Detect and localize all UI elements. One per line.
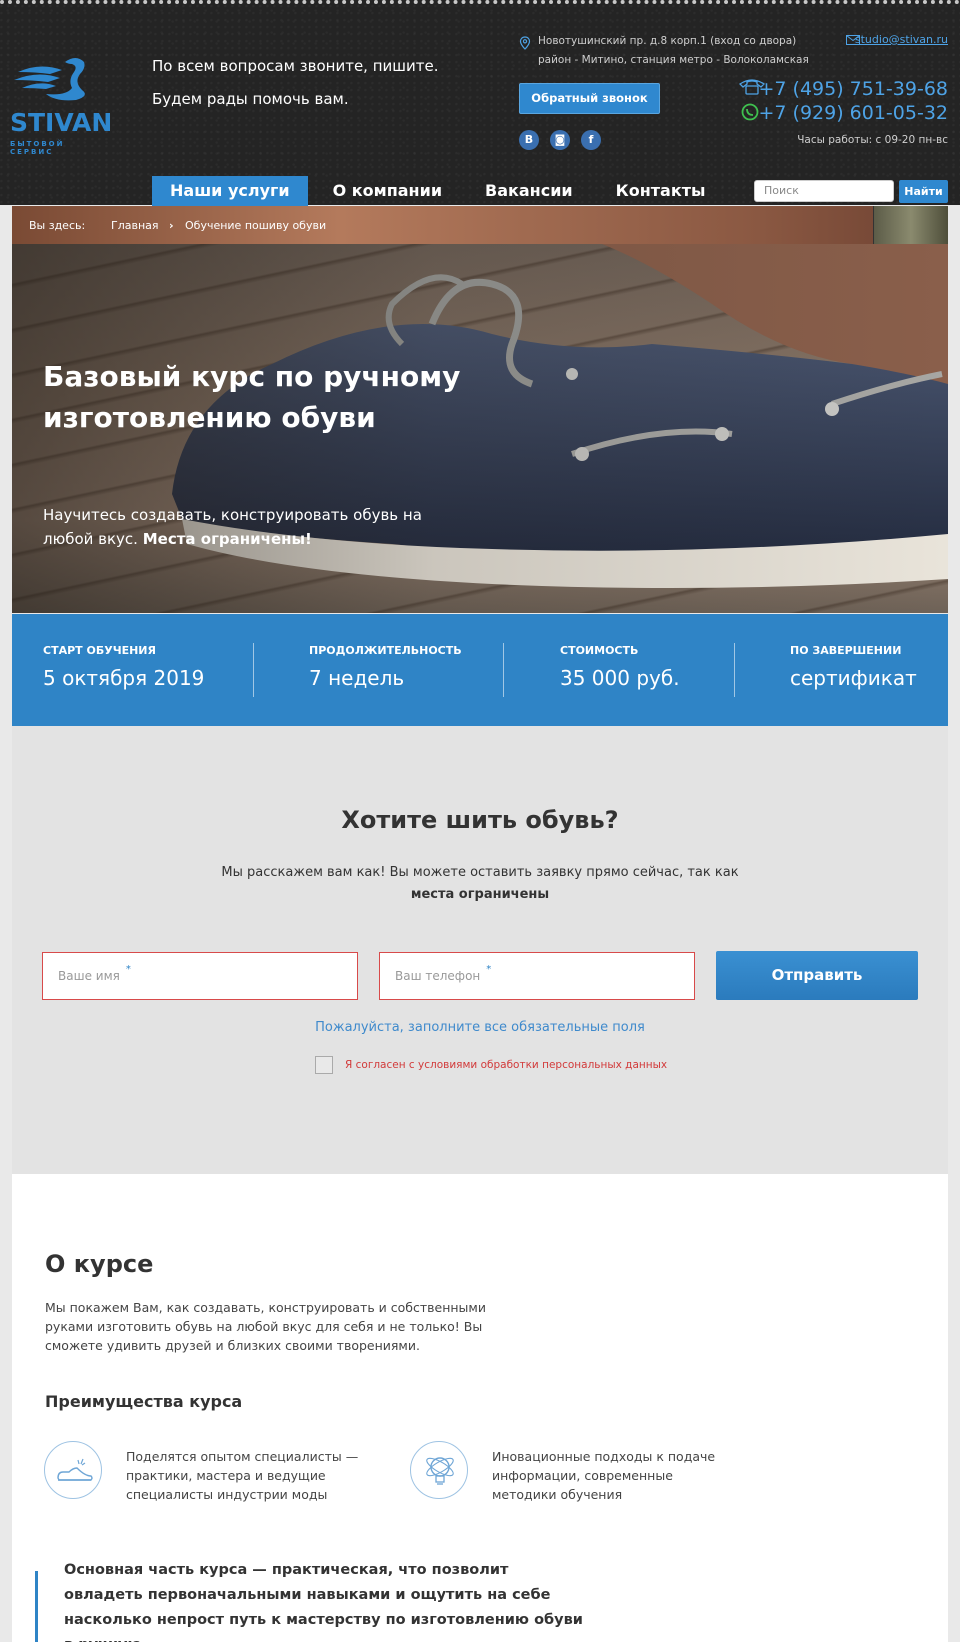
nav-item-contacts[interactable]: Контакты (598, 176, 724, 206)
address-line-2: район - Митино, станция метро - Волокола… (538, 54, 809, 66)
location-pin-icon (519, 36, 531, 50)
stat-divider (253, 643, 254, 697)
about-course-section: О курсе Мы покажем Вам, как создавать, к… (12, 1174, 948, 1642)
breadcrumb: Вы здесь: Главная › Обучение пошиву обув… (12, 206, 948, 244)
logo-subtitle: БЫТОВОЙ СЕРВИС (10, 140, 65, 156)
main-nav: Наши услуги О компании Вакансии Контакты (152, 176, 730, 206)
breadcrumb-home-link[interactable]: Главная (111, 219, 159, 232)
about-text: Мы покажем Вам, как создавать, конструир… (45, 1300, 486, 1353)
stat-duration: ПРОДОЛЖИТЕЛЬНОСТЬ 7 недель (309, 644, 462, 690)
stat-label: СТАРТ ОБУЧЕНИЯ (43, 644, 156, 657)
stat-label: ПРОДОЛЖИТЕЛЬНОСТЬ (309, 644, 462, 657)
signup-form-section: Хотите шить обувь? Мы расскажем вам как!… (12, 726, 948, 1174)
phone-input[interactable]: Ваш телефон * (379, 952, 695, 1000)
advantage-text: Иновационные подходы к подаче информации… (492, 1449, 716, 1502)
consent-row: Я согласен с условиями обработки персона… (315, 1056, 667, 1074)
phone-2[interactable]: +7 (929) 601-05-32 (758, 101, 948, 125)
consent-checkbox[interactable] (315, 1056, 333, 1074)
whatsapp-icon (741, 103, 759, 121)
form-description-text: Мы расскажем вам как! Вы можете оставить… (221, 865, 739, 880)
hero-banner: Базовый курс по ручному изготовлению обу… (12, 244, 948, 613)
breadcrumb-decor-image (873, 206, 948, 244)
nav-item-vacancies[interactable]: Вакансии (467, 176, 591, 206)
breadcrumb-current: Обучение пошиву обуви (185, 219, 327, 232)
breadcrumb-prefix: Вы здесь: (29, 219, 86, 232)
stat-label: ПО ЗАВЕРШЕНИИ (790, 644, 902, 657)
email-link[interactable]: studio@stivan.ru (855, 33, 948, 46)
address-block: Новотушинский пр. д.8 корп.1 (вход со дв… (519, 32, 820, 70)
validation-message: Пожалуйста, заполните все обязательные п… (315, 1020, 645, 1035)
breadcrumb-separator: › (169, 219, 174, 232)
hero-title: Базовый курс по ручному изготовлению обу… (43, 360, 461, 434)
callback-button[interactable]: Обратный звонок (519, 83, 660, 114)
name-input[interactable]: Ваше имя * (42, 952, 358, 1000)
nav-item-about[interactable]: О компании (315, 176, 460, 206)
logo-swan-icon (14, 58, 85, 101)
about-title: О курсе (45, 1250, 154, 1278)
submit-button[interactable]: Отправить (716, 951, 918, 1000)
form-description-bold: места ограничены (410, 887, 550, 902)
social-links: В ◙ f (519, 130, 601, 150)
stat-divider (503, 643, 504, 697)
shoe-icon (44, 1441, 102, 1499)
tagline-line-1: По всем вопросам звоните, пишите. (152, 57, 439, 75)
logo-text: STIVAN (10, 108, 113, 137)
stat-start: СТАРТ ОБУЧЕНИЯ 5 октября 2019 (43, 644, 204, 690)
stat-divider (734, 643, 735, 697)
stat-value: 35 000 руб. (560, 666, 680, 690)
required-mark: * (125, 964, 131, 975)
stat-value: сертификат (790, 666, 917, 690)
phone-1[interactable]: +7 (495) 751-39-68 (758, 77, 948, 101)
vk-icon[interactable]: В (519, 130, 539, 150)
course-quote: Основная часть курса — практическая, что… (64, 1562, 583, 1642)
advantage-text: Поделятся опытом специалисты — практики,… (126, 1449, 359, 1502)
instagram-icon[interactable]: ◙ (550, 130, 570, 150)
stat-label: СТОИМОСТЬ (560, 644, 639, 657)
tagline-line-2: Будем рады помочь вам. (152, 90, 349, 108)
consent-label[interactable]: Я согласен с условиями обработки персона… (345, 1059, 667, 1071)
working-hours: Часы работы: с 09-20 пн-вс (797, 134, 948, 146)
facebook-icon[interactable]: f (581, 130, 601, 150)
course-stats: СТАРТ ОБУЧЕНИЯ 5 октября 2019 ПРОДОЛЖИТЕ… (12, 614, 948, 726)
site-header: STIVAN БЫТОВОЙ СЕРВИС По всем вопросам з… (0, 0, 960, 206)
stat-price: СТОИМОСТЬ 35 000 руб. (560, 644, 680, 690)
advantages-title: Преимущества курса (45, 1392, 243, 1411)
address-line-1: Новотушинский пр. д.8 корп.1 (вход со дв… (538, 35, 797, 47)
header-tagline: По всем вопросам звоните, пишите. Будем … (152, 50, 472, 116)
stat-value: 5 октября 2019 (43, 666, 205, 690)
phone-numbers: +7 (495) 751-39-68 +7 (929) 601-05-32 (758, 77, 948, 125)
hero-subtitle: Научитесь создавать, конструировать обув… (43, 503, 443, 551)
hero-subtitle-bold: Места ограничены! (142, 530, 312, 548)
stat-certificate: ПО ЗАВЕРШЕНИИ сертификат (790, 644, 917, 690)
name-placeholder: Ваше имя (58, 969, 120, 983)
search-button[interactable]: Найти (899, 180, 948, 203)
quote-bar (35, 1571, 38, 1642)
nav-item-services[interactable]: Наши услуги (152, 176, 308, 206)
logo[interactable]: STIVAN БЫТОВОЙ СЕРВИС (10, 52, 113, 156)
lightbulb-icon (410, 1441, 468, 1499)
stat-value: 7 недель (309, 666, 405, 690)
phone-placeholder: Ваш телефон (395, 969, 481, 983)
form-title: Хотите шить обувь? (341, 806, 619, 834)
form-description: Мы расскажем вам как! Вы можете оставить… (12, 862, 948, 906)
search-input[interactable]: Поиск (754, 180, 894, 202)
required-mark: * (486, 964, 492, 975)
